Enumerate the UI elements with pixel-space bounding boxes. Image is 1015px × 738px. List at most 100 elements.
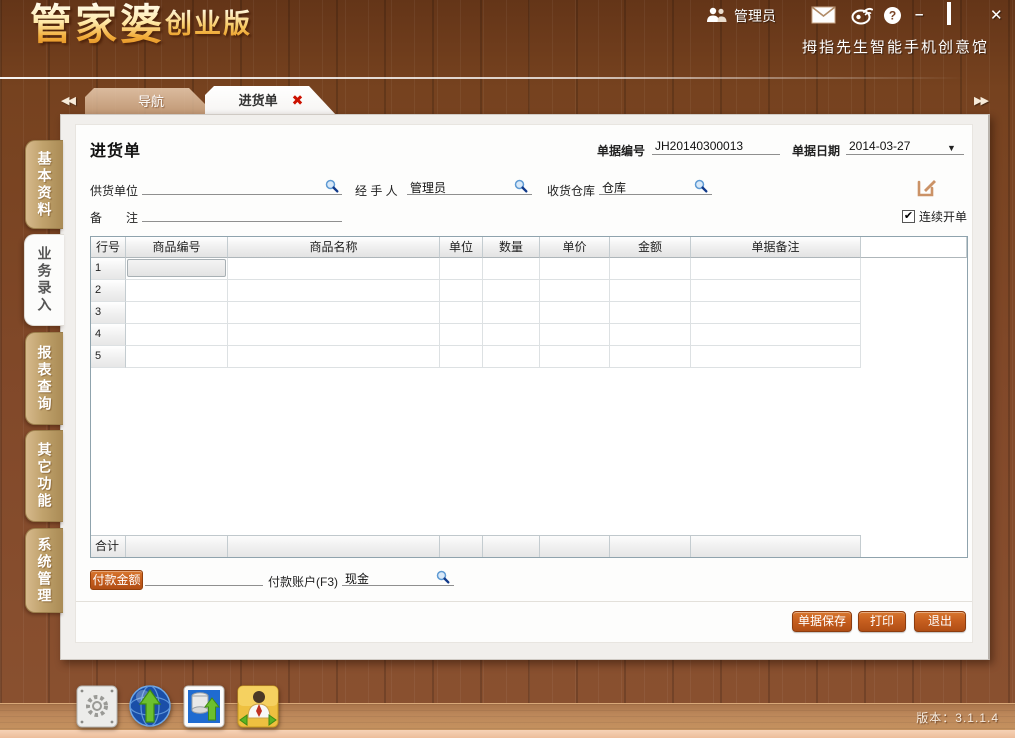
supplier-field[interactable] bbox=[142, 178, 342, 195]
product-name-cell[interactable] bbox=[228, 280, 440, 302]
table-row[interactable]: 3 bbox=[91, 302, 967, 324]
supplier-lookup-icon[interactable] bbox=[325, 179, 339, 193]
doc-date-label: 单据日期 bbox=[792, 142, 840, 159]
unit-cell[interactable] bbox=[440, 346, 483, 368]
column-header[interactable]: 金额 bbox=[610, 237, 691, 258]
exit-button[interactable]: 退出 bbox=[914, 611, 966, 632]
product-code-cell[interactable] bbox=[126, 346, 228, 368]
row-number-cell: 5 bbox=[91, 346, 126, 368]
product-code-cell[interactable] bbox=[126, 258, 228, 280]
table-row[interactable]: 1 bbox=[91, 258, 967, 280]
product-name-cell[interactable] bbox=[228, 302, 440, 324]
tab-navigation[interactable]: 导航 bbox=[85, 88, 217, 116]
print-button[interactable]: 打印 bbox=[858, 611, 906, 632]
table-row[interactable]: 5 bbox=[91, 346, 967, 368]
mail-icon[interactable] bbox=[811, 6, 836, 29]
sidebar-item-system-management[interactable]: 系统管理 bbox=[25, 528, 63, 613]
amount-cell[interactable] bbox=[610, 324, 691, 346]
column-header[interactable]: 数量 bbox=[483, 237, 540, 258]
product-code-cell[interactable] bbox=[126, 280, 228, 302]
selected-cell[interactable] bbox=[127, 259, 226, 277]
amount-cell[interactable] bbox=[610, 346, 691, 368]
remark-cell[interactable] bbox=[691, 346, 861, 368]
remark-cell[interactable] bbox=[691, 280, 861, 302]
tab-close-icon[interactable]: ✖ bbox=[292, 92, 304, 108]
payment-account-lookup-icon[interactable] bbox=[436, 570, 450, 584]
unit-price-cell[interactable] bbox=[540, 280, 610, 302]
unit-price-cell[interactable] bbox=[540, 324, 610, 346]
sidebar-item-business-entry[interactable]: 业务录入 bbox=[24, 234, 64, 326]
product-name-cell[interactable] bbox=[228, 258, 440, 280]
main-panel: 进货单 单据编号 JH20140300013 单据日期 2014-03-27 ▼… bbox=[60, 114, 990, 660]
total-cell bbox=[691, 536, 861, 557]
table-row[interactable]: 4 bbox=[91, 324, 967, 346]
unit-cell[interactable] bbox=[440, 302, 483, 324]
remark-cell[interactable] bbox=[691, 258, 861, 280]
column-header[interactable]: 行号 bbox=[91, 237, 126, 258]
remark-cell[interactable] bbox=[691, 302, 861, 324]
data-backup-icon[interactable] bbox=[181, 684, 227, 729]
amount-cell[interactable] bbox=[610, 302, 691, 324]
table-row[interactable]: 2 bbox=[91, 280, 967, 302]
sidebar-item-other-functions[interactable]: 其它功能 bbox=[25, 430, 63, 522]
online-upgrade-icon[interactable] bbox=[127, 684, 173, 729]
quantity-cell[interactable] bbox=[483, 258, 540, 280]
date-dropdown-icon[interactable]: ▼ bbox=[947, 143, 956, 153]
sidebar-item-label: 系统管理 bbox=[35, 537, 55, 605]
help-icon[interactable]: ? bbox=[883, 6, 902, 30]
amount-cell[interactable] bbox=[610, 258, 691, 280]
continuous-billing-label: 连续开单 bbox=[919, 208, 967, 225]
minimize-button[interactable]: – bbox=[915, 6, 923, 23]
continuous-billing-option[interactable]: ✔ 连续开单 bbox=[902, 208, 967, 225]
quantity-cell[interactable] bbox=[483, 324, 540, 346]
remark-cell[interactable] bbox=[691, 324, 861, 346]
save-button[interactable]: 单据保存 bbox=[792, 611, 852, 632]
maximize-button[interactable] bbox=[947, 6, 951, 24]
column-header[interactable]: 单据备注 bbox=[691, 237, 861, 258]
tab-scroll-left-icon[interactable]: ◀◀ bbox=[61, 94, 74, 107]
product-code-cell[interactable] bbox=[126, 324, 228, 346]
close-button[interactable]: ✕ bbox=[990, 6, 1003, 24]
remark-field[interactable] bbox=[142, 205, 342, 222]
column-header[interactable]: 单位 bbox=[440, 237, 483, 258]
total-cell bbox=[540, 536, 610, 557]
header-icon-bar: ? – ✕ bbox=[805, 4, 1005, 28]
tab-purchase-order[interactable]: 进货单✖ bbox=[205, 86, 337, 116]
doc-no-field[interactable]: JH20140300013 bbox=[652, 138, 780, 155]
quantity-cell[interactable] bbox=[483, 280, 540, 302]
unit-price-cell[interactable] bbox=[540, 258, 610, 280]
unit-cell[interactable] bbox=[440, 258, 483, 280]
product-name-cell[interactable] bbox=[228, 324, 440, 346]
unit-cell[interactable] bbox=[440, 280, 483, 302]
product-name-cell[interactable] bbox=[228, 346, 440, 368]
column-header[interactable]: 单价 bbox=[540, 237, 610, 258]
column-header[interactable]: 商品名称 bbox=[228, 237, 440, 258]
unit-cell[interactable] bbox=[440, 324, 483, 346]
product-code-cell[interactable] bbox=[126, 302, 228, 324]
wood-shelf-edge bbox=[0, 730, 1015, 738]
app-logo: 管家婆创业版 bbox=[30, 4, 252, 46]
weibo-icon[interactable] bbox=[851, 6, 873, 30]
quantity-cell[interactable] bbox=[483, 346, 540, 368]
current-user[interactable]: 管理员 bbox=[706, 6, 776, 26]
filler-cell bbox=[861, 346, 967, 368]
handler-lookup-icon[interactable] bbox=[514, 179, 528, 193]
quantity-cell[interactable] bbox=[483, 302, 540, 324]
unit-price-cell[interactable] bbox=[540, 302, 610, 324]
payment-amount-label: 付款金额 bbox=[90, 570, 143, 590]
edit-document-icon[interactable] bbox=[916, 177, 937, 203]
switch-user-icon[interactable] bbox=[235, 684, 281, 729]
warehouse-lookup-icon[interactable] bbox=[694, 179, 708, 193]
actions-divider bbox=[76, 601, 972, 602]
payment-amount-field[interactable] bbox=[145, 569, 263, 586]
checkbox-checked-icon[interactable]: ✔ bbox=[902, 210, 915, 223]
sidebar-item-basic-data[interactable]: 基本资料 bbox=[25, 140, 63, 229]
version-label: 版本：3.1.1.4 bbox=[916, 709, 999, 726]
settings-icon[interactable] bbox=[74, 684, 120, 729]
unit-price-cell[interactable] bbox=[540, 346, 610, 368]
logo-main-text: 管家婆 bbox=[30, 1, 165, 48]
amount-cell[interactable] bbox=[610, 280, 691, 302]
tab-scroll-right-icon[interactable]: ▶▶ bbox=[974, 94, 987, 107]
column-header[interactable]: 商品编号 bbox=[126, 237, 228, 258]
sidebar-item-report-query[interactable]: 报表查询 bbox=[25, 332, 63, 425]
